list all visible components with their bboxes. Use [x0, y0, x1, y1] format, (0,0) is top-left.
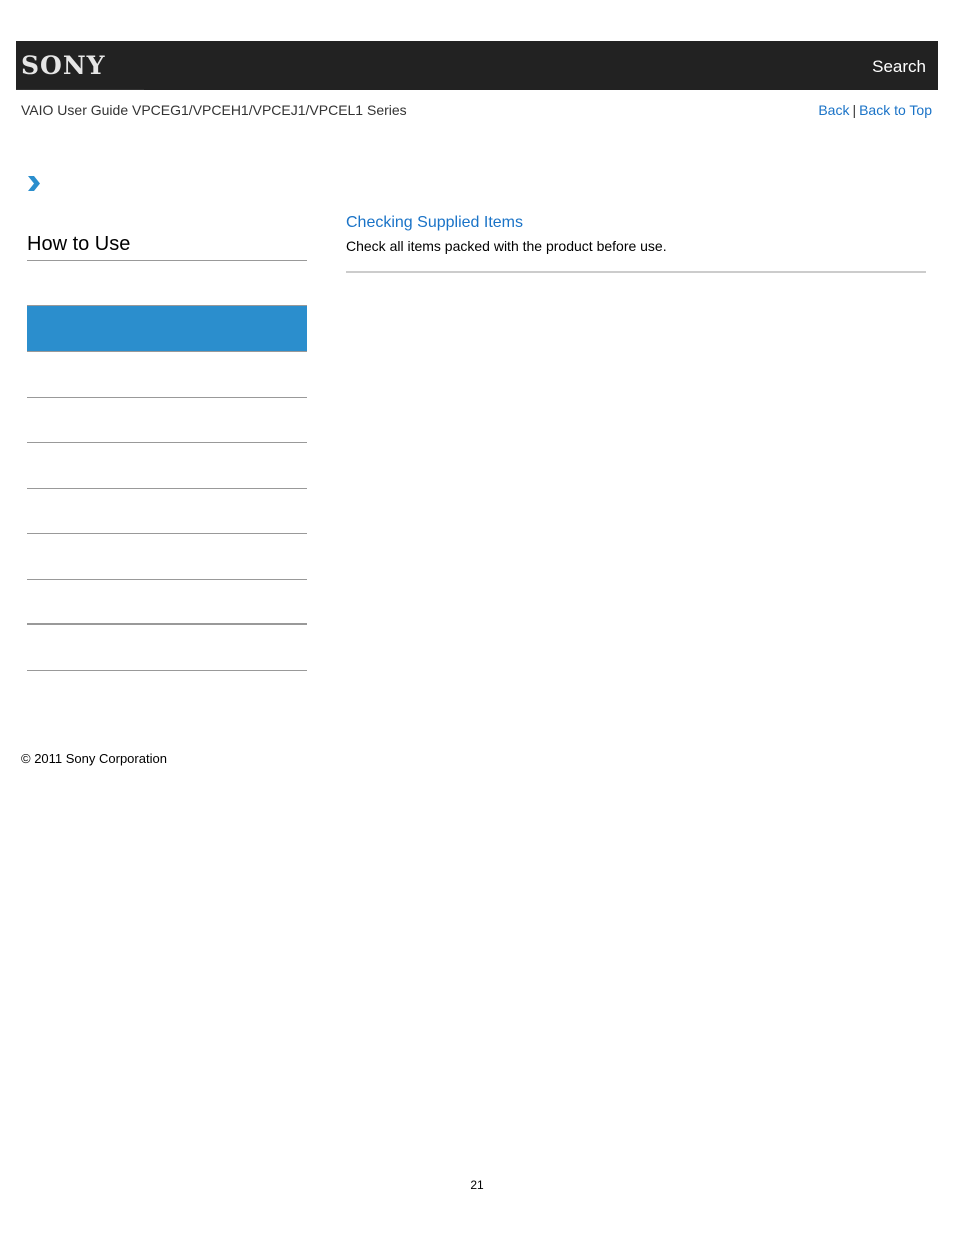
sidebar-item-active[interactable]: [27, 305, 307, 352]
sidebar-item[interactable]: [27, 398, 307, 443]
sidebar-item[interactable]: [27, 352, 307, 398]
topic-link-checking-supplied-items[interactable]: Checking Supplied Items: [346, 214, 523, 232]
logo-box: SONY: [16, 41, 144, 90]
guide-title: VAIO User Guide VPCEG1/VPCEH1/VPCEJ1/VPC…: [21, 102, 407, 118]
sidebar-item[interactable]: [27, 489, 307, 534]
topic-description: Check all items packed with the product …: [346, 238, 667, 254]
sidebar-item[interactable]: [27, 580, 307, 625]
sidebar-item[interactable]: [27, 443, 307, 489]
header-bar: SONY Search: [16, 41, 938, 90]
search-button[interactable]: Search: [872, 57, 926, 77]
sony-logo[interactable]: SONY: [21, 51, 106, 80]
chevron-right-icon[interactable]: [27, 176, 41, 191]
back-link[interactable]: Back: [818, 102, 849, 118]
content-divider: [346, 271, 926, 273]
copyright: © 2011 Sony Corporation: [21, 751, 167, 766]
back-to-top-link[interactable]: Back to Top: [859, 102, 932, 118]
sidebar-list: [27, 305, 307, 671]
nav-links: Back | Back to Top: [818, 102, 932, 118]
page-number: 21: [470, 1178, 484, 1192]
sidebar-title: How to Use: [27, 233, 307, 261]
sidebar-item[interactable]: [27, 625, 307, 671]
nav-separator: |: [852, 102, 857, 118]
sidebar-item[interactable]: [27, 534, 307, 580]
